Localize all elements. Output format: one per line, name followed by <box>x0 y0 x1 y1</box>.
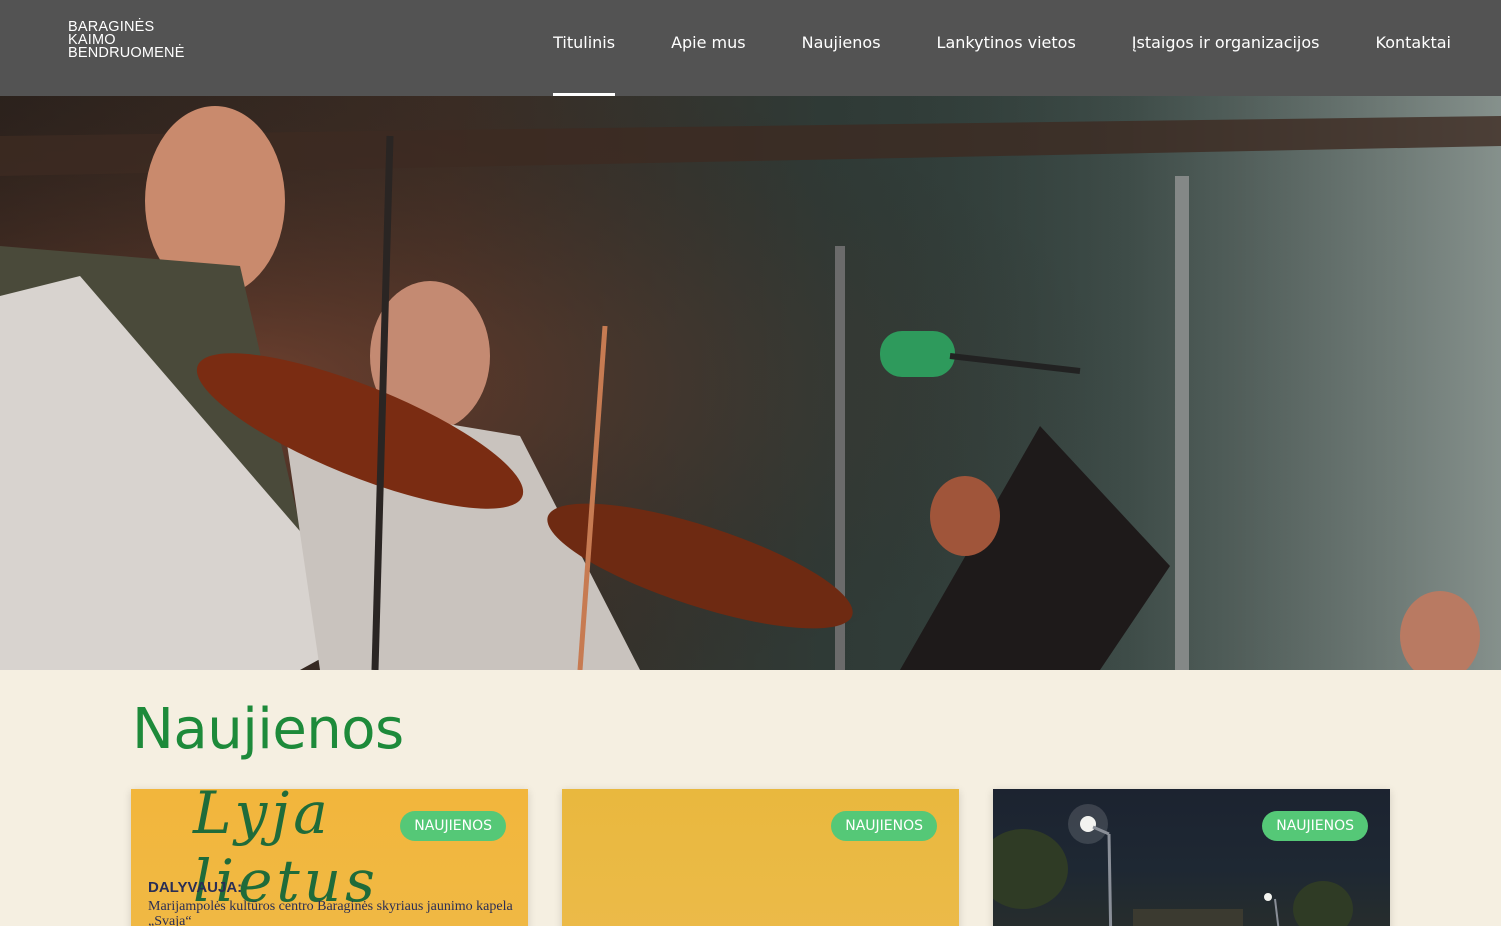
category-badge[interactable]: NAUJIENOS <box>400 811 506 841</box>
hero-photo-illustration <box>0 96 1501 670</box>
nav-item-istaigos[interactable]: Įstaigos ir organizacijos <box>1132 0 1320 96</box>
nav-item-kontaktai[interactable]: Kontaktai <box>1376 0 1452 96</box>
nav-item-lankytinos-vietos[interactable]: Lankytinos vietos <box>937 0 1076 96</box>
news-section-title: Naujienos <box>132 697 404 762</box>
news-card-3[interactable]: NAUJIENOS <box>993 789 1390 926</box>
news-card-1[interactable]: Lyja lietus DALYVAUJA: Marijampolės kult… <box>131 789 528 926</box>
hero-image <box>0 96 1501 670</box>
nav-item-titulinis[interactable]: Titulinis <box>553 0 615 96</box>
night-street-photo <box>993 804 1353 926</box>
poster-text: Marijampolės kultūros centro Baraginės s… <box>148 899 513 926</box>
poster-script-text: Lyja lietus <box>193 789 379 915</box>
category-badge[interactable]: NAUJIENOS <box>831 811 937 841</box>
site-logo[interactable]: BARAGINĖS KAIMO BENDRUOMENĖ <box>68 20 185 61</box>
logo-line-3: BENDRUOMENĖ <box>68 45 185 61</box>
news-card-2[interactable]: NAUJIENOS <box>562 789 959 926</box>
category-badge[interactable]: NAUJIENOS <box>1262 811 1368 841</box>
poster-heading: DALYVAUJA: <box>148 879 243 896</box>
nav-item-naujienos[interactable]: Naujienos <box>802 0 881 96</box>
nav-item-apie-mus[interactable]: Apie mus <box>671 0 746 96</box>
main-nav: Titulinis Apie mus Naujienos Lankytinos … <box>497 0 1451 96</box>
site-header: BARAGINĖS KAIMO BENDRUOMENĖ Titulinis Ap… <box>0 0 1501 96</box>
